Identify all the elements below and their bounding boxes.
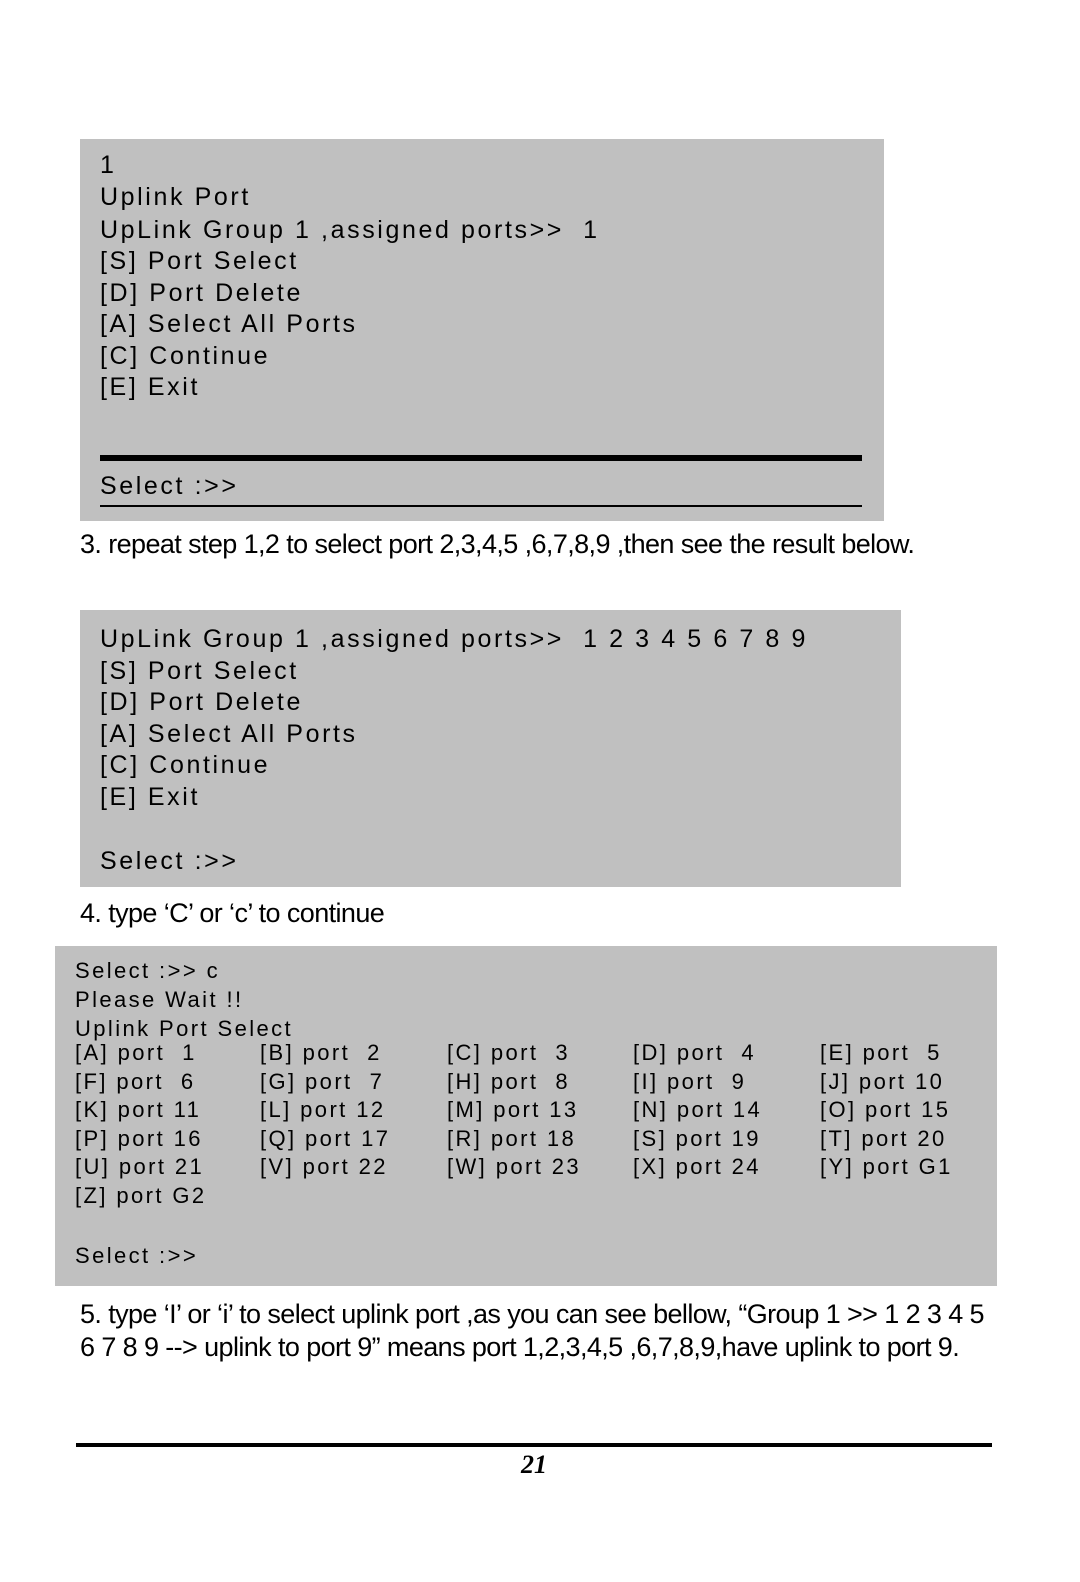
menu-item-select-all-ports: [A] Select All Ports bbox=[100, 310, 358, 338]
menu-item-select-all-ports: [A] Select All Ports bbox=[100, 720, 358, 748]
terminal-box-assigned-ports: UpLink Group 1 ,assigned ports>> 1 2 3 4… bbox=[80, 610, 901, 887]
terminal-line: 1 bbox=[100, 151, 117, 179]
divider bbox=[100, 505, 862, 507]
terminal-line: Please Wait !! bbox=[75, 987, 244, 1012]
port-option: [A] port 1 bbox=[75, 1040, 197, 1065]
port-option: [T] port 20 bbox=[820, 1125, 947, 1151]
menu-item-port-select: [S] Port Select bbox=[100, 657, 299, 685]
select-prompt: Select :>> bbox=[100, 472, 239, 500]
port-option: [M] port 13 bbox=[447, 1097, 579, 1122]
port-option: [U] port 21 bbox=[75, 1154, 205, 1179]
port-option: [O] port 15 bbox=[820, 1097, 951, 1122]
port-option: [L] port 12 bbox=[260, 1097, 386, 1122]
menu-item-continue: [C] Continue bbox=[100, 342, 271, 370]
select-prompt: Select :>> bbox=[75, 1243, 199, 1268]
page-number: 21 bbox=[521, 1450, 547, 1479]
port-option: [Z] port G2 bbox=[75, 1182, 207, 1208]
menu-item-exit: [E] Exit bbox=[100, 783, 200, 811]
port-option: [Q] port 17 bbox=[260, 1125, 391, 1151]
port-option: [Y] port G1 bbox=[820, 1154, 953, 1179]
terminal-box-uplink-port: 1 Uplink Port UpLink Group 1 ,assigned p… bbox=[80, 139, 884, 521]
divider bbox=[100, 455, 862, 461]
port-option: [G] port 7 bbox=[260, 1068, 385, 1094]
port-option: [H] port 8 bbox=[447, 1068, 570, 1094]
port-option: [P] port 16 bbox=[75, 1125, 203, 1151]
menu-item-continue: [C] Continue bbox=[100, 751, 271, 779]
menu-item-port-delete: [D] Port Delete bbox=[100, 688, 303, 716]
port-option: [C] port 3 bbox=[447, 1040, 570, 1065]
terminal-line: UpLink Group 1 ,assigned ports>> 1 2 3 4… bbox=[100, 625, 808, 653]
port-option: [B] port 2 bbox=[260, 1040, 382, 1065]
step-4-text: 4. type ‘C’ or ‘c’ to continue bbox=[80, 898, 385, 928]
port-option: [R] port 18 bbox=[447, 1125, 577, 1151]
port-option: [N] port 14 bbox=[633, 1097, 763, 1122]
port-option: [D] port 4 bbox=[633, 1040, 756, 1065]
step-3-text: 3. repeat step 1,2 to select port 2,3,4,… bbox=[80, 529, 915, 559]
terminal-box-uplink-port-select: Select :>> c Please Wait !! Uplink Port … bbox=[55, 946, 997, 1286]
port-option: [J] port 10 bbox=[820, 1068, 945, 1094]
port-option: [W] port 23 bbox=[447, 1154, 581, 1179]
menu-item-exit: [E] Exit bbox=[100, 373, 200, 401]
step-5-text: 5. type ‘I’ or ‘i’ to select uplink port… bbox=[80, 1299, 985, 1362]
port-option: [X] port 24 bbox=[633, 1154, 761, 1179]
terminal-line: Uplink Port bbox=[100, 183, 251, 211]
terminal-line: UpLink Group 1 ,assigned ports>> 1 bbox=[100, 216, 600, 244]
footer-rule bbox=[76, 1443, 992, 1447]
port-option: [E] port 5 bbox=[820, 1040, 942, 1065]
port-option: [K] port 11 bbox=[75, 1097, 202, 1122]
port-option: [F] port 6 bbox=[75, 1068, 196, 1094]
port-option: [V] port 22 bbox=[260, 1154, 388, 1179]
menu-item-port-delete: [D] Port Delete bbox=[100, 279, 303, 307]
port-option: [I] port 9 bbox=[633, 1068, 747, 1094]
terminal-line: Select :>> c bbox=[75, 958, 220, 983]
terminal-line: Uplink Port Select bbox=[75, 1016, 294, 1041]
port-option: [S] port 19 bbox=[633, 1125, 761, 1151]
select-prompt: Select :>> bbox=[100, 847, 239, 875]
menu-item-port-select: [S] Port Select bbox=[100, 247, 299, 275]
